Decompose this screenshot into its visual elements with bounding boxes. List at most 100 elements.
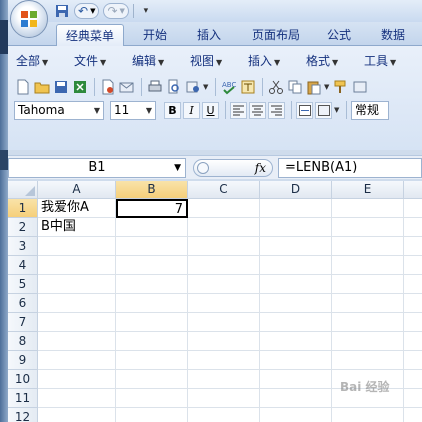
- cell-a5[interactable]: [38, 275, 116, 294]
- cell-c5[interactable]: [188, 275, 260, 294]
- cell-a9[interactable]: [38, 351, 116, 370]
- chevron-down-icon[interactable]: ▼: [324, 83, 332, 91]
- format-painter-icon[interactable]: [332, 78, 350, 96]
- tab-data[interactable]: 数据: [372, 24, 414, 46]
- cut-icon[interactable]: [267, 78, 285, 96]
- cell-f6[interactable]: [404, 294, 422, 313]
- cell-f4[interactable]: [404, 256, 422, 275]
- row-header-8[interactable]: 8: [8, 332, 38, 351]
- cell-e8[interactable]: [332, 332, 404, 351]
- cell-e6[interactable]: [332, 294, 404, 313]
- research-icon[interactable]: [184, 78, 202, 96]
- column-header-d[interactable]: D: [260, 181, 332, 199]
- number-format-combo[interactable]: 常规: [351, 100, 389, 120]
- tab-home[interactable]: 开始: [132, 24, 178, 46]
- align-left-icon[interactable]: [230, 101, 247, 119]
- tab-formulas[interactable]: 公式: [318, 24, 360, 46]
- row-header-11[interactable]: 11: [8, 389, 38, 408]
- cell-b6[interactable]: [116, 294, 188, 313]
- cell-d12[interactable]: [260, 408, 332, 422]
- row-header-12[interactable]: 12: [8, 408, 38, 422]
- cell-e9[interactable]: [332, 351, 404, 370]
- select-all-corner[interactable]: [8, 181, 38, 199]
- column-header-a[interactable]: A: [38, 181, 116, 199]
- menu-all[interactable]: 全部 ▼: [16, 52, 48, 70]
- office-button[interactable]: [10, 0, 48, 38]
- name-box[interactable]: B1 ▼: [8, 158, 186, 178]
- cell-d1[interactable]: [260, 199, 332, 218]
- cell-f11[interactable]: [404, 389, 422, 408]
- row-header-10[interactable]: 10: [8, 370, 38, 389]
- cell-b3[interactable]: [116, 237, 188, 256]
- cell-c7[interactable]: [188, 313, 260, 332]
- cell-f3[interactable]: [404, 237, 422, 256]
- permission-icon[interactable]: [99, 78, 117, 96]
- cell-e3[interactable]: [332, 237, 404, 256]
- row-header-9[interactable]: 9: [8, 351, 38, 370]
- row-header-2[interactable]: 2: [8, 218, 38, 237]
- chevron-down-icon[interactable]: ▼: [334, 106, 342, 114]
- column-header-b[interactable]: B: [116, 181, 188, 199]
- cell-a1[interactable]: 我爱你A: [38, 199, 116, 218]
- cell-a12[interactable]: [38, 408, 116, 422]
- formula-input[interactable]: =LENB(A1): [278, 158, 422, 178]
- underline-button[interactable]: U: [202, 101, 219, 119]
- paste-icon[interactable]: [305, 78, 323, 96]
- cell-d4[interactable]: [260, 256, 332, 275]
- cell-d3[interactable]: [260, 237, 332, 256]
- chevron-down-icon[interactable]: ▼: [174, 159, 181, 177]
- cell-a7[interactable]: [38, 313, 116, 332]
- cell-e1[interactable]: [332, 199, 404, 218]
- cell-f10[interactable]: [404, 370, 422, 389]
- cell-c11[interactable]: [188, 389, 260, 408]
- cell-d11[interactable]: [260, 389, 332, 408]
- cell-b7[interactable]: [116, 313, 188, 332]
- tab-classic-menu[interactable]: 经典菜单: [56, 24, 124, 46]
- chevron-down-icon[interactable]: ▼: [203, 83, 211, 91]
- cell-c6[interactable]: [188, 294, 260, 313]
- bold-button[interactable]: B: [164, 101, 181, 119]
- row-header-1[interactable]: 1: [8, 199, 38, 218]
- menu-edit[interactable]: 编辑 ▼: [132, 52, 164, 70]
- cell-f7[interactable]: [404, 313, 422, 332]
- cell-c1[interactable]: [188, 199, 260, 218]
- cell-b1[interactable]: 7: [116, 199, 188, 218]
- tab-insert[interactable]: 插入: [186, 24, 232, 46]
- cell-a4[interactable]: [38, 256, 116, 275]
- cell-b4[interactable]: [116, 256, 188, 275]
- row-header-5[interactable]: 5: [8, 275, 38, 294]
- menu-tools[interactable]: 工具 ▼: [364, 52, 396, 70]
- cell-b11[interactable]: [116, 389, 188, 408]
- cell-c2[interactable]: [188, 218, 260, 237]
- cell-f2[interactable]: [404, 218, 422, 237]
- cell-b10[interactable]: [116, 370, 188, 389]
- cell-a3[interactable]: [38, 237, 116, 256]
- cell-b5[interactable]: [116, 275, 188, 294]
- cell-e2[interactable]: [332, 218, 404, 237]
- column-header-e[interactable]: E: [332, 181, 404, 199]
- redo-button[interactable]: ↷ ▼: [103, 3, 129, 19]
- italic-button[interactable]: I: [183, 101, 200, 119]
- cell-f5[interactable]: [404, 275, 422, 294]
- cell-b9[interactable]: [116, 351, 188, 370]
- row-header-7[interactable]: 7: [8, 313, 38, 332]
- cell-e12[interactable]: [332, 408, 404, 422]
- cell-c3[interactable]: [188, 237, 260, 256]
- cell-c10[interactable]: [188, 370, 260, 389]
- cell-c12[interactable]: [188, 408, 260, 422]
- cell-f9[interactable]: [404, 351, 422, 370]
- cell-b8[interactable]: [116, 332, 188, 351]
- translate-icon[interactable]: [239, 78, 257, 96]
- save-icon[interactable]: [52, 78, 70, 96]
- menu-insert[interactable]: 插入 ▼: [248, 52, 280, 70]
- cell-d2[interactable]: [260, 218, 332, 237]
- cell-d7[interactable]: [260, 313, 332, 332]
- cell-a11[interactable]: [38, 389, 116, 408]
- column-header-c[interactable]: C: [188, 181, 260, 199]
- cell-b12[interactable]: [116, 408, 188, 422]
- cell-d9[interactable]: [260, 351, 332, 370]
- cell-e4[interactable]: [332, 256, 404, 275]
- cell-a6[interactable]: [38, 294, 116, 313]
- merge-options-icon[interactable]: [315, 101, 332, 119]
- print-icon[interactable]: [146, 78, 164, 96]
